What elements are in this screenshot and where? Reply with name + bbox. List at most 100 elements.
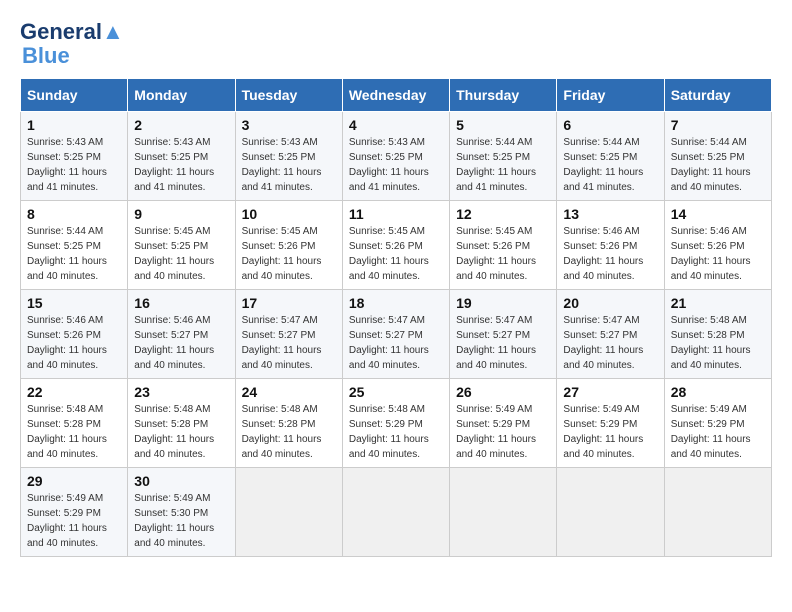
- page-header: General▲ Blue: [20, 20, 772, 68]
- day-info: Sunrise: 5:47 AM Sunset: 5:27 PM Dayligh…: [349, 315, 429, 371]
- day-number: 5: [456, 117, 550, 133]
- calendar-cell: [450, 468, 557, 557]
- day-info: Sunrise: 5:44 AM Sunset: 5:25 PM Dayligh…: [671, 137, 751, 193]
- calendar-cell: 11 Sunrise: 5:45 AM Sunset: 5:26 PM Dayl…: [342, 201, 449, 290]
- calendar-cell: 24 Sunrise: 5:48 AM Sunset: 5:28 PM Dayl…: [235, 379, 342, 468]
- day-info: Sunrise: 5:43 AM Sunset: 5:25 PM Dayligh…: [242, 137, 322, 193]
- calendar-cell: [664, 468, 771, 557]
- logo-text: General▲: [20, 20, 124, 44]
- day-info: Sunrise: 5:49 AM Sunset: 5:30 PM Dayligh…: [134, 493, 214, 549]
- day-number: 10: [242, 206, 336, 222]
- day-number: 14: [671, 206, 765, 222]
- calendar-cell: 1 Sunrise: 5:43 AM Sunset: 5:25 PM Dayli…: [21, 112, 128, 201]
- day-info: Sunrise: 5:46 AM Sunset: 5:26 PM Dayligh…: [563, 226, 643, 282]
- day-info: Sunrise: 5:45 AM Sunset: 5:26 PM Dayligh…: [456, 226, 536, 282]
- day-info: Sunrise: 5:48 AM Sunset: 5:28 PM Dayligh…: [671, 315, 751, 371]
- day-info: Sunrise: 5:45 AM Sunset: 5:26 PM Dayligh…: [242, 226, 322, 282]
- col-header-saturday: Saturday: [664, 79, 771, 112]
- calendar-cell: 26 Sunrise: 5:49 AM Sunset: 5:29 PM Dayl…: [450, 379, 557, 468]
- calendar-cell: [342, 468, 449, 557]
- calendar-cell: 17 Sunrise: 5:47 AM Sunset: 5:27 PM Dayl…: [235, 290, 342, 379]
- day-number: 27: [563, 384, 657, 400]
- day-info: Sunrise: 5:46 AM Sunset: 5:27 PM Dayligh…: [134, 315, 214, 371]
- calendar-cell: 21 Sunrise: 5:48 AM Sunset: 5:28 PM Dayl…: [664, 290, 771, 379]
- day-number: 17: [242, 295, 336, 311]
- day-info: Sunrise: 5:48 AM Sunset: 5:29 PM Dayligh…: [349, 404, 429, 460]
- day-number: 8: [27, 206, 121, 222]
- col-header-tuesday: Tuesday: [235, 79, 342, 112]
- calendar-cell: 2 Sunrise: 5:43 AM Sunset: 5:25 PM Dayli…: [128, 112, 235, 201]
- calendar-cell: 9 Sunrise: 5:45 AM Sunset: 5:25 PM Dayli…: [128, 201, 235, 290]
- day-number: 1: [27, 117, 121, 133]
- col-header-thursday: Thursday: [450, 79, 557, 112]
- calendar-cell: 27 Sunrise: 5:49 AM Sunset: 5:29 PM Dayl…: [557, 379, 664, 468]
- day-info: Sunrise: 5:43 AM Sunset: 5:25 PM Dayligh…: [27, 137, 107, 193]
- day-number: 21: [671, 295, 765, 311]
- day-number: 24: [242, 384, 336, 400]
- day-number: 6: [563, 117, 657, 133]
- day-number: 11: [349, 206, 443, 222]
- day-info: Sunrise: 5:45 AM Sunset: 5:26 PM Dayligh…: [349, 226, 429, 282]
- day-number: 20: [563, 295, 657, 311]
- day-info: Sunrise: 5:49 AM Sunset: 5:29 PM Dayligh…: [671, 404, 751, 460]
- calendar-cell: 29 Sunrise: 5:49 AM Sunset: 5:29 PM Dayl…: [21, 468, 128, 557]
- calendar-cell: [235, 468, 342, 557]
- day-number: 23: [134, 384, 228, 400]
- day-number: 13: [563, 206, 657, 222]
- day-number: 26: [456, 384, 550, 400]
- calendar-cell: 6 Sunrise: 5:44 AM Sunset: 5:25 PM Dayli…: [557, 112, 664, 201]
- calendar-cell: [557, 468, 664, 557]
- day-number: 30: [134, 473, 228, 489]
- calendar-cell: 16 Sunrise: 5:46 AM Sunset: 5:27 PM Dayl…: [128, 290, 235, 379]
- calendar-cell: 19 Sunrise: 5:47 AM Sunset: 5:27 PM Dayl…: [450, 290, 557, 379]
- calendar-cell: 13 Sunrise: 5:46 AM Sunset: 5:26 PM Dayl…: [557, 201, 664, 290]
- day-info: Sunrise: 5:43 AM Sunset: 5:25 PM Dayligh…: [349, 137, 429, 193]
- calendar-cell: 7 Sunrise: 5:44 AM Sunset: 5:25 PM Dayli…: [664, 112, 771, 201]
- calendar-cell: 30 Sunrise: 5:49 AM Sunset: 5:30 PM Dayl…: [128, 468, 235, 557]
- day-number: 12: [456, 206, 550, 222]
- calendar-table: SundayMondayTuesdayWednesdayThursdayFrid…: [20, 78, 772, 557]
- calendar-cell: 10 Sunrise: 5:45 AM Sunset: 5:26 PM Dayl…: [235, 201, 342, 290]
- day-info: Sunrise: 5:46 AM Sunset: 5:26 PM Dayligh…: [27, 315, 107, 371]
- day-number: 19: [456, 295, 550, 311]
- day-number: 9: [134, 206, 228, 222]
- calendar-cell: 25 Sunrise: 5:48 AM Sunset: 5:29 PM Dayl…: [342, 379, 449, 468]
- calendar-cell: 4 Sunrise: 5:43 AM Sunset: 5:25 PM Dayli…: [342, 112, 449, 201]
- day-info: Sunrise: 5:47 AM Sunset: 5:27 PM Dayligh…: [242, 315, 322, 371]
- day-info: Sunrise: 5:49 AM Sunset: 5:29 PM Dayligh…: [563, 404, 643, 460]
- day-number: 2: [134, 117, 228, 133]
- day-number: 16: [134, 295, 228, 311]
- day-info: Sunrise: 5:49 AM Sunset: 5:29 PM Dayligh…: [456, 404, 536, 460]
- calendar-cell: 12 Sunrise: 5:45 AM Sunset: 5:26 PM Dayl…: [450, 201, 557, 290]
- col-header-wednesday: Wednesday: [342, 79, 449, 112]
- day-info: Sunrise: 5:48 AM Sunset: 5:28 PM Dayligh…: [134, 404, 214, 460]
- col-header-monday: Monday: [128, 79, 235, 112]
- calendar-cell: 15 Sunrise: 5:46 AM Sunset: 5:26 PM Dayl…: [21, 290, 128, 379]
- day-info: Sunrise: 5:43 AM Sunset: 5:25 PM Dayligh…: [134, 137, 214, 193]
- calendar-cell: 28 Sunrise: 5:49 AM Sunset: 5:29 PM Dayl…: [664, 379, 771, 468]
- day-number: 3: [242, 117, 336, 133]
- day-info: Sunrise: 5:47 AM Sunset: 5:27 PM Dayligh…: [563, 315, 643, 371]
- calendar-cell: 8 Sunrise: 5:44 AM Sunset: 5:25 PM Dayli…: [21, 201, 128, 290]
- calendar-cell: 22 Sunrise: 5:48 AM Sunset: 5:28 PM Dayl…: [21, 379, 128, 468]
- calendar-cell: 5 Sunrise: 5:44 AM Sunset: 5:25 PM Dayli…: [450, 112, 557, 201]
- calendar-cell: 3 Sunrise: 5:43 AM Sunset: 5:25 PM Dayli…: [235, 112, 342, 201]
- day-info: Sunrise: 5:44 AM Sunset: 5:25 PM Dayligh…: [456, 137, 536, 193]
- calendar-cell: 14 Sunrise: 5:46 AM Sunset: 5:26 PM Dayl…: [664, 201, 771, 290]
- day-info: Sunrise: 5:46 AM Sunset: 5:26 PM Dayligh…: [671, 226, 751, 282]
- day-number: 29: [27, 473, 121, 489]
- day-number: 4: [349, 117, 443, 133]
- calendar-cell: 23 Sunrise: 5:48 AM Sunset: 5:28 PM Dayl…: [128, 379, 235, 468]
- day-info: Sunrise: 5:47 AM Sunset: 5:27 PM Dayligh…: [456, 315, 536, 371]
- day-number: 22: [27, 384, 121, 400]
- day-info: Sunrise: 5:49 AM Sunset: 5:29 PM Dayligh…: [27, 493, 107, 549]
- day-info: Sunrise: 5:45 AM Sunset: 5:25 PM Dayligh…: [134, 226, 214, 282]
- calendar-cell: 20 Sunrise: 5:47 AM Sunset: 5:27 PM Dayl…: [557, 290, 664, 379]
- day-number: 15: [27, 295, 121, 311]
- calendar-cell: 18 Sunrise: 5:47 AM Sunset: 5:27 PM Dayl…: [342, 290, 449, 379]
- logo-subtext: Blue: [22, 44, 124, 68]
- day-number: 28: [671, 384, 765, 400]
- logo: General▲ Blue: [20, 20, 124, 68]
- day-info: Sunrise: 5:44 AM Sunset: 5:25 PM Dayligh…: [27, 226, 107, 282]
- day-number: 25: [349, 384, 443, 400]
